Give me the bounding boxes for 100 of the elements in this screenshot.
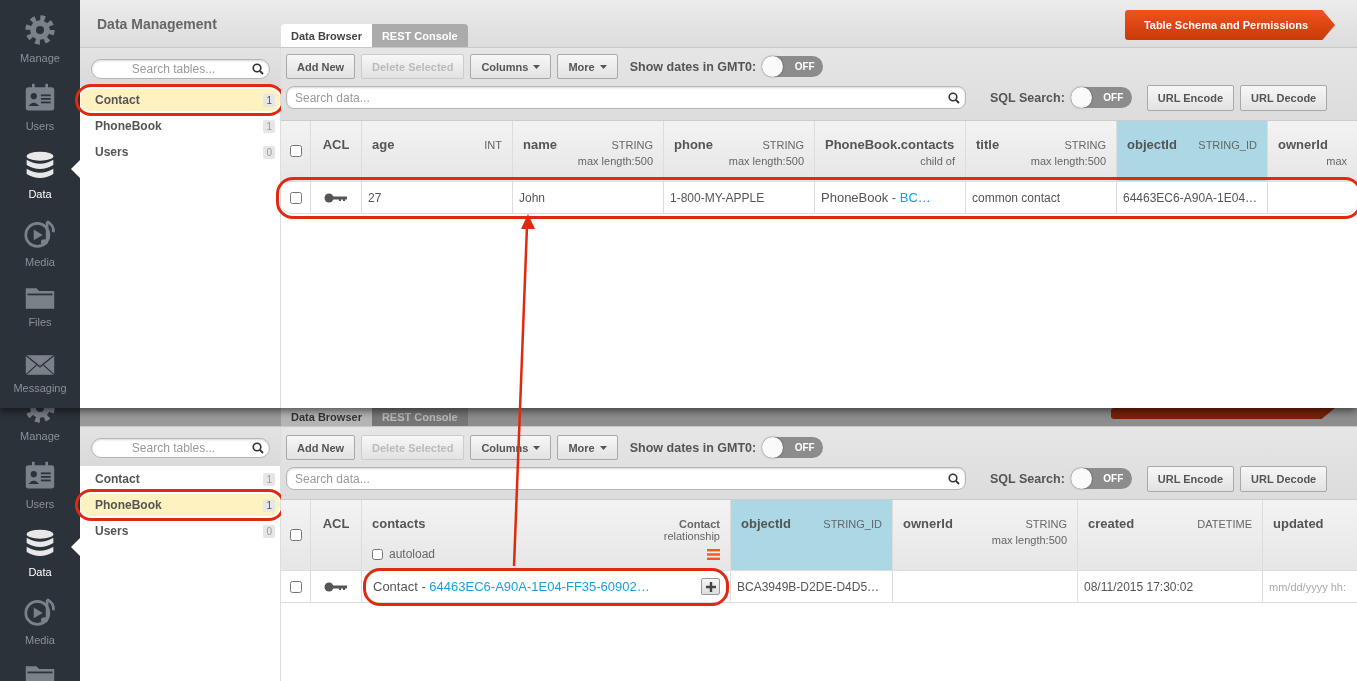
count-badge: 1 [263, 119, 275, 133]
column-note: max length:500 [1030, 155, 1106, 167]
cell-text: 08/11/2015 17:30:02 [1084, 579, 1194, 594]
toolbar-button[interactable]: More [557, 54, 618, 79]
column-name: ownerId [903, 515, 953, 531]
toggle-label: SQL Search: [990, 471, 1065, 486]
url-button[interactable]: URL Decode [1240, 84, 1328, 111]
column-type: STRING [1064, 138, 1106, 151]
search-field[interactable]: Search tables... [91, 59, 270, 79]
caret-icon [533, 64, 541, 69]
toggle-switch[interactable]: OFF [762, 437, 824, 458]
cell-text: John [519, 190, 546, 205]
tab[interactable]: Data Browser [281, 408, 372, 426]
column-name: contacts [372, 515, 426, 531]
toggle-label: SQL Search: [990, 90, 1065, 105]
column-type: Contact [679, 518, 720, 530]
column-type: DATETIME [1197, 517, 1252, 530]
relation-text: Contact - 64463EC6-A90A-1E04-FF35-60902… [373, 579, 650, 594]
column-note: relationship [663, 530, 720, 542]
checkbox-label: autoload [389, 547, 436, 561]
column-name: ACL [322, 515, 350, 531]
caret-icon [599, 64, 607, 69]
folder-icon [24, 286, 56, 310]
nav-item[interactable]: Files [0, 272, 80, 340]
media-icon [24, 596, 56, 628]
column-note: max length:500 [728, 155, 804, 167]
url-button[interactable]: URL Encode [1146, 84, 1234, 111]
nav-item[interactable]: Messaging [0, 340, 80, 408]
toolbar-button[interactable]: Add New [286, 435, 356, 460]
column-type: STRING [611, 138, 653, 151]
checkbox[interactable] [289, 191, 302, 204]
column-name: objectId [741, 515, 791, 531]
nav-item[interactable]: Users [0, 68, 80, 136]
url-button[interactable]: URL Decode [1240, 465, 1328, 492]
nav-item[interactable]: Data [0, 136, 80, 204]
toolbar-button[interactable]: Columns [470, 54, 552, 79]
relation-text: PhoneBook - BC… [821, 190, 931, 205]
tab[interactable]: Data Browser [281, 24, 372, 47]
table-list-item[interactable]: Users 0 [80, 141, 280, 163]
schema-button[interactable]: Table Schema and Permissions [1125, 10, 1335, 40]
caret-icon [533, 445, 541, 450]
toggle-switch[interactable]: OFF [1070, 468, 1132, 489]
toolbar-button[interactable]: More [557, 435, 618, 460]
toggle-switch[interactable]: OFF [762, 56, 824, 77]
key-icon [324, 581, 348, 592]
table-row[interactable]: 27 John 1-800-MY-APPLE PhoneBook - BC… common contact 64463EC6-A90A-1E04… [281, 182, 1357, 214]
nav-item[interactable]: Users [0, 446, 80, 514]
search-field[interactable]: Search data... [286, 467, 966, 490]
column-type: STRING_ID [823, 517, 882, 530]
search-icon [948, 472, 960, 485]
table-list-item[interactable]: Contact 1 [80, 468, 280, 490]
column-name: phone [674, 136, 713, 152]
menu-icon[interactable] [707, 548, 720, 560]
cell-text: common contact [972, 190, 1061, 205]
nav-item[interactable]: Media [0, 582, 80, 650]
toggle-label: Show dates in GMT0: [629, 59, 757, 74]
checkbox[interactable] [289, 529, 302, 541]
count-badge: 0 [263, 145, 275, 159]
nav-item[interactable]: Data [0, 514, 80, 582]
checkbox[interactable] [289, 580, 302, 593]
search-field[interactable]: Search data... [286, 86, 966, 109]
column-type: STRING [762, 138, 804, 151]
toggle-label: Show dates in GMT0: [629, 440, 757, 455]
search-icon [948, 91, 960, 104]
page-title: Data Management [97, 16, 217, 32]
column-name: updated [1273, 515, 1324, 531]
checkbox[interactable] [289, 145, 302, 157]
count-badge: 1 [263, 472, 275, 486]
checkbox[interactable] [372, 548, 383, 560]
key-icon [324, 192, 348, 203]
media-icon [24, 218, 56, 250]
column-type: STRING_ID [1198, 138, 1257, 151]
count-badge: 0 [263, 524, 275, 538]
search-field[interactable]: Search tables... [91, 438, 270, 458]
column-name: title [976, 136, 1000, 152]
nav-item[interactable]: Media [0, 204, 80, 272]
count-badge: 1 [263, 93, 275, 107]
schema-button[interactable] [1111, 408, 1335, 419]
column-note: child of [920, 155, 955, 167]
nav-item[interactable]: Manage [0, 0, 80, 68]
table-list-item[interactable]: Users 0 [80, 520, 280, 542]
cell-text: 64463EC6-A90A-1E04… [1123, 190, 1258, 205]
column-name: objectId [1127, 136, 1177, 152]
nav-item[interactable]: Manage [0, 408, 80, 446]
table-row[interactable]: Contact - 64463EC6-A90A-1E04-FF35-60902… BCA3949B-D2DE-D4D5… 08/11/2015 17:30:02 mm/dd/yyyy hh: [281, 571, 1357, 603]
cell-text: BCA3949B-D2DE-D4D5… [737, 579, 880, 594]
toggle-switch[interactable]: OFF [1070, 87, 1132, 108]
gear-icon [24, 14, 56, 46]
date-placeholder: mm/dd/yyyy hh: [1269, 580, 1347, 593]
add-button[interactable] [701, 578, 720, 595]
url-button[interactable]: URL Encode [1146, 465, 1234, 492]
column-type: INT [484, 138, 502, 151]
table-list-item[interactable]: PhoneBook 1 [80, 115, 280, 137]
column-type: STRING [1025, 517, 1067, 530]
column-name: ACL [322, 136, 350, 152]
search-icon [252, 63, 264, 75]
column-name: age [372, 136, 395, 152]
toolbar-button[interactable]: Add New [286, 54, 356, 79]
search-icon [252, 442, 264, 454]
column-note: max length:500 [577, 155, 653, 167]
